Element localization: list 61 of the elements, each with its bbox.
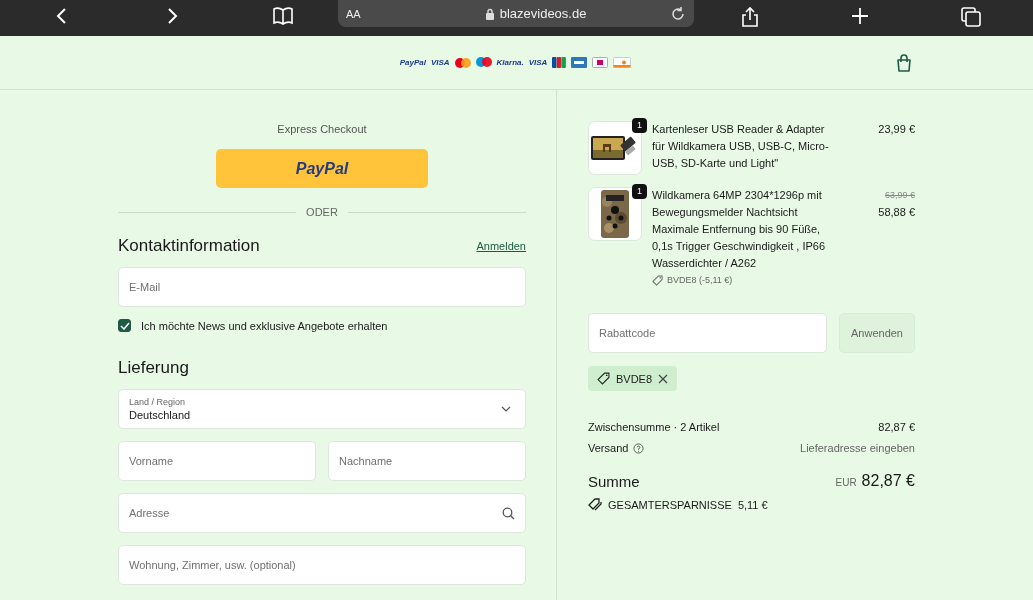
shipping-label: Versand: [588, 442, 629, 454]
total-value: 82,87 €: [861, 472, 915, 490]
shipping-value: Lieferadresse eingeben: [800, 442, 915, 454]
url-text: blazevideos.de: [499, 6, 588, 21]
subtotal-label: Zwischensumme · 2 Artikel: [588, 421, 720, 433]
payment-card-icon: [613, 57, 632, 68]
quantity-badge: 1: [632, 118, 647, 133]
country-select[interactable]: Land / Region Deutschland: [118, 389, 526, 429]
login-link[interactable]: Anmelden: [476, 240, 526, 252]
plus-icon[interactable]: [850, 6, 870, 26]
payment-card-icon: [592, 57, 609, 68]
share-icon[interactable]: [740, 6, 760, 28]
close-icon[interactable]: [658, 373, 669, 384]
help-icon[interactable]: [633, 442, 645, 454]
discount-code: BVDE8: [616, 372, 653, 385]
text-size-button[interactable]: AA: [346, 7, 361, 20]
divider-label: ODER: [306, 206, 338, 218]
last-name-field[interactable]: Nachname: [328, 441, 526, 481]
payment-circles-icon: [454, 57, 471, 68]
discount-code-field[interactable]: Rabattcode: [588, 313, 827, 353]
savings-label: GESAMTERSPARNISSE: [608, 498, 732, 511]
payment-circles-icon: [475, 56, 492, 69]
product-title: Kartenleser USB Reader & Adapter für Wildkamera USB, USB-C, Micro-USB, SD-Karte und Light": [652, 122, 830, 171]
tag-icon: [652, 275, 663, 286]
apply-button[interactable]: Anwenden: [839, 313, 915, 353]
item-price: 23,99 €: [878, 122, 915, 137]
section-heading: Kontaktinformation: [118, 236, 260, 256]
book-icon[interactable]: [272, 6, 294, 26]
tag-icon: [597, 372, 610, 385]
shopping-bag-icon[interactable]: [896, 54, 912, 72]
tags-icon: [588, 498, 602, 511]
total-label: Summe: [588, 472, 640, 490]
payment-logo: VISA: [528, 58, 548, 67]
email-field[interactable]: E-Mail: [118, 267, 526, 307]
first-name-field[interactable]: Vorname: [118, 441, 316, 481]
quantity-badge: 1: [632, 184, 647, 199]
paypal-button[interactable]: PayPal: [216, 149, 428, 188]
checkbox[interactable]: [118, 319, 131, 332]
lock-icon: [484, 7, 495, 20]
checkbox-label: Ich möchte News und exklusive Angebote erhalten: [141, 319, 388, 332]
tabs-icon[interactable]: [960, 6, 982, 28]
payment-logo: Klarna.: [496, 58, 524, 67]
express-checkout-label: Express Checkout: [276, 123, 368, 135]
payment-logo: VISA: [430, 58, 450, 67]
address-bar[interactable]: AA blazevideos.de: [338, 0, 694, 27]
item-price: 58,88 €: [878, 205, 915, 220]
search-icon: [502, 507, 515, 520]
payment-logo: PayPal: [399, 58, 426, 67]
original-price: 63,99 €: [884, 189, 915, 202]
payment-card-icon: [571, 57, 588, 68]
address-field[interactable]: Adresse: [118, 493, 526, 533]
payment-card-icon: [552, 57, 567, 68]
section-heading: Lieferung: [118, 358, 190, 378]
reload-icon[interactable]: [670, 5, 686, 22]
discount-note: BVDE8 (-5,11 €): [652, 272, 837, 289]
apartment-field[interactable]: Wohnung, Zimmer, usw. (optional): [118, 545, 526, 585]
chevron-down-icon: [501, 406, 511, 412]
product-title: Wildkamera 64MP 2304*1296p mit Bewegungsmelder Nachtsicht Maximale Entfernung bis 90 Füße, 0,1s Trigger Geschwindigkeit , IP66 Wasserdichter / A262: [652, 188, 827, 271]
savings-value: 5,11 €: [737, 498, 768, 511]
subtotal-value: 82,87 €: [878, 421, 915, 433]
currency-label: EUR: [835, 477, 857, 488]
